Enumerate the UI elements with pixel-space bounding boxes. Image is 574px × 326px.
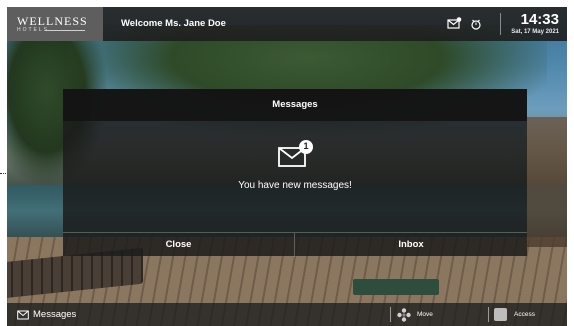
footer-move-label: Move bbox=[417, 311, 433, 318]
footer-move-hint: Move bbox=[397, 303, 433, 326]
dialog-title: Messages bbox=[272, 99, 318, 110]
footer-divider bbox=[390, 307, 391, 322]
messages-dialog: Messages 1 You have new messages! Close … bbox=[63, 89, 527, 257]
alarm-clock-icon bbox=[471, 19, 481, 30]
close-button[interactable]: Close bbox=[63, 233, 295, 257]
dialog-buttons: Close Inbox bbox=[63, 232, 527, 257]
dpad-icon bbox=[397, 307, 411, 322]
message-alert-icon bbox=[447, 17, 462, 29]
hotel-logo: WELLNESS HOTELS bbox=[7, 7, 103, 41]
logo-underline bbox=[45, 30, 85, 31]
unread-badge: 1 bbox=[303, 141, 309, 151]
footer-divider bbox=[488, 307, 489, 322]
footer-messages[interactable]: Messages bbox=[17, 303, 76, 326]
tv-screen: WELLNESS HOTELS Welcome Ms. Jane Doe 14:… bbox=[7, 7, 567, 326]
envelope-icon: 1 bbox=[275, 139, 315, 171]
header-divider bbox=[500, 13, 501, 35]
welcome-text: Welcome Ms. Jane Doe bbox=[121, 18, 226, 29]
bottom-bar: Messages Move Access bbox=[7, 303, 567, 326]
footer-access-hint: Access bbox=[494, 303, 535, 326]
clock-time: 14:33 bbox=[520, 11, 559, 28]
top-bar: WELLNESS HOTELS Welcome Ms. Jane Doe 14:… bbox=[7, 7, 567, 41]
background-table bbox=[353, 279, 439, 295]
dialog-message: You have new messages! bbox=[238, 180, 352, 191]
clock-date: Sat, 17 May 2021 bbox=[511, 29, 559, 35]
mail-icon bbox=[17, 310, 29, 319]
inbox-button[interactable]: Inbox bbox=[295, 233, 527, 257]
header-status-icons bbox=[447, 16, 487, 32]
footer-messages-label: Messages bbox=[33, 309, 77, 320]
footer-access-label: Access bbox=[514, 311, 535, 318]
ok-key-icon bbox=[494, 308, 507, 321]
dialog-header: Messages bbox=[63, 89, 527, 121]
background-umbrella bbox=[527, 117, 567, 247]
